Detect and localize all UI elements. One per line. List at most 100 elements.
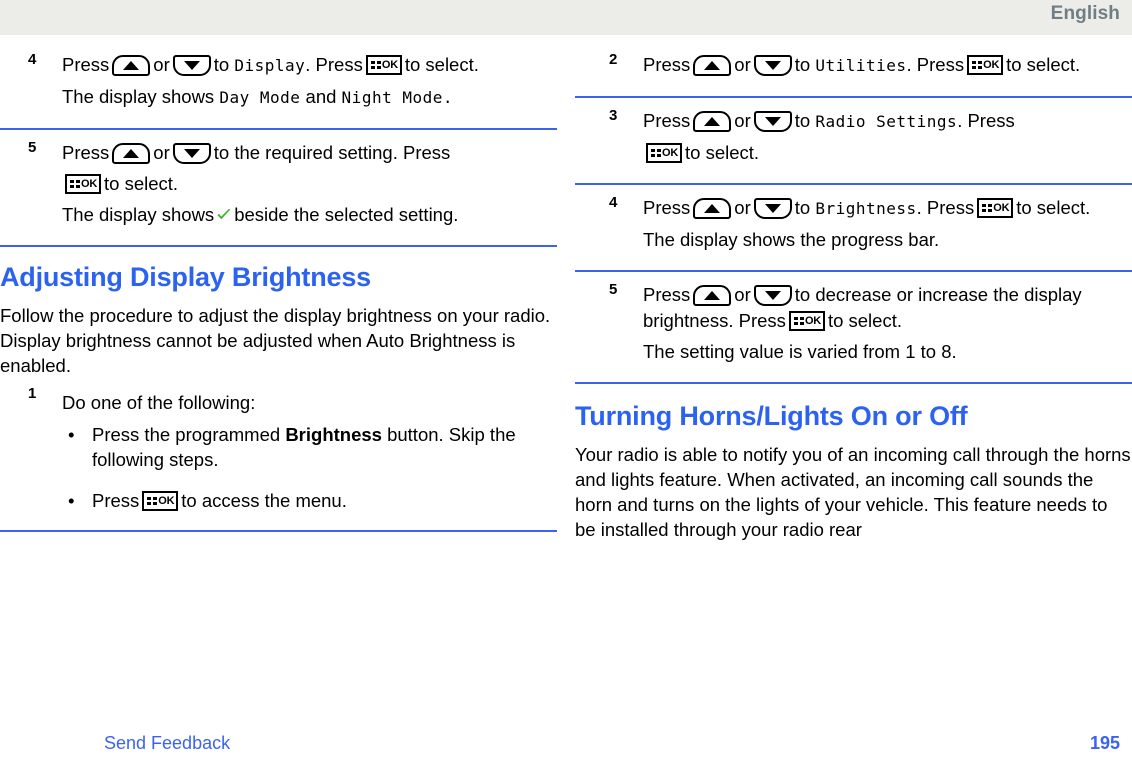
step-text: or	[734, 197, 751, 218]
step-instruction: Press or to Display. Press OK to select.	[62, 52, 558, 79]
section-intro-paragraph: Follow the procedure to adjust the displ…	[0, 305, 551, 376]
step-result: The display shows the progress bar.	[643, 229, 940, 250]
step-text: to	[794, 110, 811, 131]
page-header-band	[0, 0, 1132, 35]
bullet-text: to access the menu.	[181, 490, 347, 511]
lcd-menu-label: Day Mode	[219, 88, 301, 107]
step-result: The setting value is varied from 1 to 8.	[643, 341, 957, 362]
green-check-icon	[216, 207, 232, 223]
document-page: English 4 Press or to Display. Press OK to s…	[0, 0, 1132, 762]
send-feedback-link[interactable]: Send Feedback	[104, 733, 230, 754]
result-text: The display shows	[62, 204, 215, 225]
step-text: or	[734, 54, 751, 75]
menu-ok-key-icon: OK	[365, 55, 402, 75]
header-language-label: English	[1050, 3, 1120, 24]
bullet-dot-icon: •	[68, 490, 75, 511]
step-text: . Press	[916, 197, 975, 218]
lcd-menu-label: Brightness	[815, 199, 917, 218]
step-item: 3 Press or to Radio Settings. Press OK to s…	[575, 108, 1132, 175]
bullet-list: • Press the programmed Brightness button…	[62, 422, 558, 513]
step-body: Press or to Brightness. Press OK to select. …	[643, 195, 1132, 253]
section-divider	[575, 270, 1132, 272]
section-intro-paragraph: Your radio is able to notify you of an i…	[575, 444, 1131, 540]
result-text: and	[305, 86, 337, 107]
step-text: . Press	[906, 54, 965, 75]
arrow-up-key-icon	[112, 143, 151, 164]
step-text: . Press	[957, 110, 1015, 131]
result-text: .	[442, 88, 454, 107]
bullet-dot-icon: •	[68, 424, 75, 445]
step-body: Press or to the required setting. Press OK…	[62, 140, 558, 228]
section-divider	[0, 530, 557, 532]
menu-ok-key-icon: OK	[967, 55, 1004, 75]
step-text: to select.	[404, 54, 479, 75]
arrow-up-key-icon	[693, 111, 732, 132]
lcd-menu-label: Utilities	[815, 56, 907, 75]
step-text: Press	[643, 197, 691, 218]
step-text: Press	[643, 54, 691, 75]
section-divider	[0, 128, 557, 130]
step-text: to select.	[827, 310, 902, 331]
step-instruction: Do one of the following:	[62, 392, 256, 413]
step-number: 2	[609, 51, 618, 68]
bullet-text: Press	[92, 490, 140, 511]
list-item: • Press the programmed Brightness button…	[62, 422, 558, 472]
bullet-text: Press the programmed	[92, 424, 281, 445]
step-text: Press	[643, 110, 691, 131]
step-text: to select.	[685, 142, 760, 163]
step-instruction-cont: OK to select.	[62, 171, 558, 197]
arrow-down-key-icon	[172, 55, 211, 76]
step-text: or	[734, 110, 751, 131]
step-number: 5	[28, 139, 37, 156]
step-item: 5 Press or to the required setting. Press …	[0, 140, 558, 237]
menu-ok-key-icon: OK	[646, 143, 682, 163]
arrow-down-key-icon	[172, 143, 211, 164]
step-body: Press or to decrease or increase the displ…	[643, 282, 1132, 365]
step-body: Press or to Radio Settings. Press OK to sel…	[643, 108, 1132, 166]
step-text: to the required setting. Press	[213, 142, 451, 163]
step-body: Press or to Utilities. Press OK to select.	[643, 52, 1132, 79]
step-instruction: Press or to Utilities. Press OK to select.	[643, 52, 1132, 79]
step-number: 5	[609, 281, 618, 298]
lcd-menu-label: Radio Settings	[815, 112, 958, 131]
section-divider	[575, 382, 1132, 384]
lcd-menu-label: Display	[234, 56, 306, 75]
step-instruction: Press or to the required setting. Press	[62, 140, 558, 166]
step-number: 3	[609, 107, 618, 124]
section-heading: Adjusting Display Brightness	[0, 262, 371, 292]
step-text: Press	[643, 284, 691, 305]
step-item: 5 Press or to decrease or increase the dis…	[575, 282, 1132, 374]
menu-ok-key-icon: OK	[142, 491, 179, 511]
step-body: Press or to Display. Press OK to select. The…	[62, 52, 558, 111]
step-text: Press	[62, 54, 110, 75]
step-text: . Press	[305, 54, 363, 75]
step-instruction: Press or to decrease or increase the displ…	[643, 282, 1132, 334]
page-number: 195	[1089, 733, 1120, 753]
step-instruction-cont: OK to select.	[643, 140, 1132, 166]
arrow-up-key-icon	[693, 55, 732, 76]
section-divider	[0, 245, 557, 247]
step-text: to	[213, 54, 230, 75]
result-text: beside the selected setting.	[234, 204, 459, 225]
step-item: 1 Do one of the following: • Press the p…	[0, 384, 558, 522]
bullet-bold-term: Brightness	[285, 424, 382, 445]
section-divider	[575, 183, 1132, 185]
step-text: or	[734, 284, 751, 305]
menu-ok-key-icon: OK	[977, 198, 1014, 218]
step-result: The display shows beside the selected set…	[62, 202, 558, 228]
step-body: Do one of the following: • Press the pro…	[62, 390, 558, 513]
arrow-up-key-icon	[693, 198, 732, 219]
step-item: 4 Press or to Display. Press OK to select. T…	[0, 52, 558, 120]
step-number: 4	[28, 51, 37, 68]
step-text: to	[794, 54, 811, 75]
menu-ok-key-icon: OK	[788, 311, 825, 331]
left-column: 4 Press or to Display. Press OK to select. T…	[0, 52, 558, 542]
section-divider	[575, 96, 1132, 98]
step-text: to select.	[104, 173, 179, 194]
step-instruction: Press or to Brightness. Press OK to select.	[643, 195, 1132, 222]
step-number: 1	[28, 385, 37, 402]
lcd-menu-label: Night Mode	[341, 88, 443, 107]
step-text: or	[153, 142, 170, 163]
list-item: • Press OK to access the menu.	[62, 488, 558, 513]
step-text: to select.	[1006, 54, 1081, 75]
